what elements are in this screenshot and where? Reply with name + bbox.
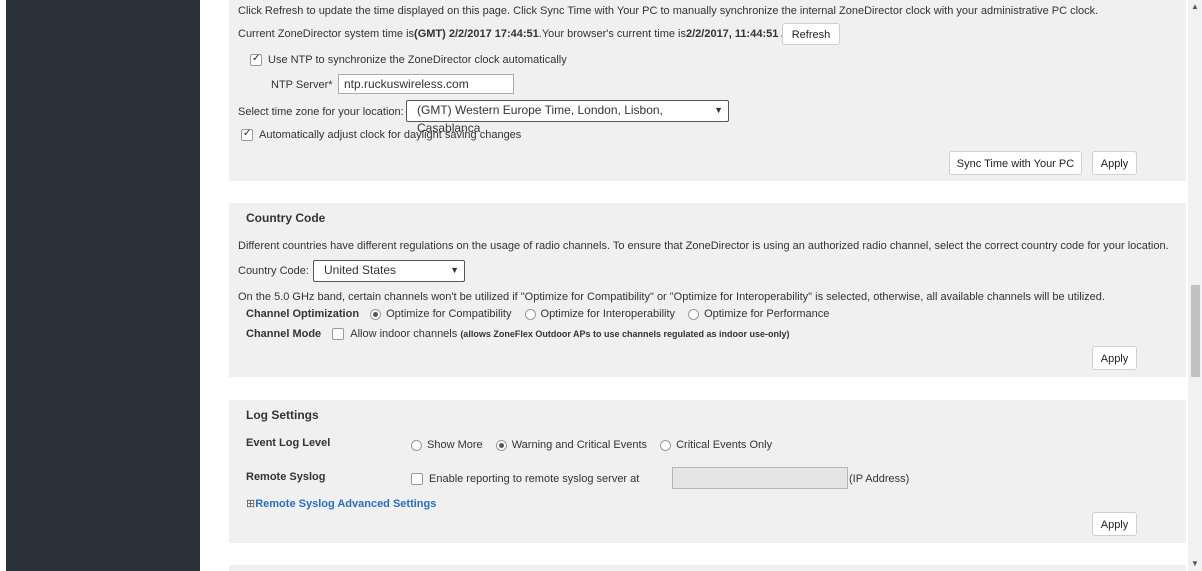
optimization-option-label: Optimize for Performance bbox=[704, 308, 830, 320]
chevron-down-icon: ▼ bbox=[714, 105, 723, 115]
optimization-radio[interactable] bbox=[688, 308, 700, 320]
event-option-label: Show More bbox=[427, 439, 483, 451]
event-option-show-more[interactable]: Show More bbox=[411, 438, 483, 452]
channel-optimization-row: Channel Optimization Optimize for Compat… bbox=[246, 307, 839, 321]
sync-time-button[interactable]: Sync Time with Your PC bbox=[949, 151, 1082, 175]
sidebar bbox=[6, 0, 200, 571]
channel-mode-row: Channel Mode Allow indoor channels (allo… bbox=[246, 327, 790, 341]
ntp-server-label: NTP Server* bbox=[271, 79, 333, 91]
remote-syslog-checkbox[interactable] bbox=[411, 473, 423, 486]
timezone-label: Select time zone for your location: bbox=[238, 106, 404, 118]
current-time-value: (GMT) 2/2/2017 17:44:51 bbox=[414, 28, 539, 40]
country-code-panel: Country Code Different countries have di… bbox=[229, 203, 1186, 377]
indoor-channels-note: (allows ZoneFlex Outdoor APs to use chan… bbox=[460, 329, 790, 339]
syslog-ip-input[interactable] bbox=[672, 467, 848, 489]
optimization-option-compatibility[interactable]: Optimize for Compatibility bbox=[370, 307, 511, 321]
event-log-level-options: Show More Warning and Critical Events Cr… bbox=[411, 438, 782, 452]
dst-checkbox-label: Automatically adjust clock for daylight … bbox=[259, 129, 522, 141]
channel-mode-label: Channel Mode bbox=[246, 328, 322, 340]
optimization-radio[interactable] bbox=[370, 308, 382, 320]
browser-time-prefix: .Your browser's current time is bbox=[538, 28, 686, 40]
ntp-checkbox-label: Use NTP to synchronize the ZoneDirector … bbox=[268, 54, 567, 66]
remote-syslog-checkbox-label: Enable reporting to remote syslog server… bbox=[429, 473, 640, 485]
current-time-line: Current ZoneDirector system time is(GMT)… bbox=[238, 27, 798, 41]
timezone-select[interactable]: (GMT) Western Europe Time, London, Lisbo… bbox=[406, 100, 729, 135]
scroll-up-icon[interactable]: ▲ bbox=[1191, 2, 1199, 11]
ntp-checkbox[interactable] bbox=[250, 52, 262, 67]
scroll-thumb[interactable] bbox=[1191, 285, 1200, 377]
log-settings-title: Log Settings bbox=[246, 408, 319, 422]
channel-optimization-label: Channel Optimization bbox=[246, 308, 360, 320]
remote-syslog-checkbox-row[interactable]: Enable reporting to remote syslog server… bbox=[411, 472, 639, 486]
optimization-option-label: Optimize for Interoperability bbox=[540, 308, 676, 320]
event-radio[interactable] bbox=[411, 439, 422, 451]
expand-icon[interactable]: ⊞ bbox=[246, 498, 255, 510]
event-option-label: Warning and Critical Events bbox=[511, 439, 648, 451]
event-log-level-label: Event Log Level bbox=[246, 437, 331, 449]
event-option-critical-only[interactable]: Critical Events Only bbox=[660, 438, 772, 452]
country-apply-button[interactable]: Apply bbox=[1092, 346, 1137, 370]
event-radio[interactable] bbox=[660, 439, 672, 451]
time-panel: Click Refresh to update the time display… bbox=[229, 0, 1186, 181]
optimization-radio[interactable] bbox=[524, 308, 536, 320]
scroll-down-icon[interactable]: ▼ bbox=[1191, 559, 1199, 568]
dst-checkbox[interactable] bbox=[241, 127, 253, 142]
event-option-label: Critical Events Only bbox=[676, 439, 773, 451]
event-radio[interactable] bbox=[495, 439, 507, 451]
remote-syslog-advanced-row[interactable]: ⊞Remote Syslog Advanced Settings bbox=[246, 497, 436, 511]
optimization-option-label: Optimize for Compatibility bbox=[386, 308, 512, 320]
country-code-select[interactable]: United States ▼ bbox=[313, 260, 465, 282]
dst-checkbox-row[interactable]: Automatically adjust clock for daylight … bbox=[241, 127, 522, 142]
time-apply-button[interactable]: Apply bbox=[1092, 151, 1137, 175]
chevron-down-icon: ▼ bbox=[450, 265, 459, 275]
optimization-option-performance[interactable]: Optimize for Performance bbox=[688, 307, 829, 321]
current-time-prefix: Current ZoneDirector system time is bbox=[238, 28, 415, 40]
optimization-option-interoperability[interactable]: Optimize for Interoperability bbox=[524, 307, 676, 321]
remote-syslog-advanced-link[interactable]: Remote Syslog Advanced Settings bbox=[255, 498, 436, 510]
remote-syslog-label: Remote Syslog bbox=[246, 471, 326, 483]
country-code-value: United States bbox=[324, 263, 397, 277]
band-note: On the 5.0 GHz band, certain channels wo… bbox=[238, 291, 1105, 303]
country-code-label: Country Code: bbox=[238, 265, 309, 277]
ntp-checkbox-row[interactable]: Use NTP to synchronize the ZoneDirector … bbox=[250, 52, 567, 67]
time-intro: Click Refresh to update the time display… bbox=[238, 5, 1099, 17]
indoor-channels-checkbox[interactable] bbox=[332, 328, 345, 341]
ntp-server-input[interactable]: ntp.ruckuswireless.com bbox=[338, 74, 514, 94]
log-apply-button[interactable]: Apply bbox=[1092, 512, 1137, 536]
country-code-title: Country Code bbox=[246, 211, 326, 225]
main-content: Click Refresh to update the time display… bbox=[200, 0, 1188, 571]
event-option-warning-critical[interactable]: Warning and Critical Events bbox=[495, 438, 648, 452]
syslog-ip-suffix: (IP Address) bbox=[849, 473, 910, 485]
country-description: Different countries have different regul… bbox=[238, 240, 1169, 252]
indoor-channels-label: Allow indoor channels bbox=[350, 328, 458, 340]
vertical-scrollbar[interactable]: ▲ ▼ bbox=[1188, 0, 1202, 571]
refresh-button[interactable]: Refresh bbox=[782, 23, 840, 45]
next-panel bbox=[229, 565, 1186, 571]
log-settings-panel: Log Settings Event Log Level Show More W… bbox=[229, 400, 1186, 543]
